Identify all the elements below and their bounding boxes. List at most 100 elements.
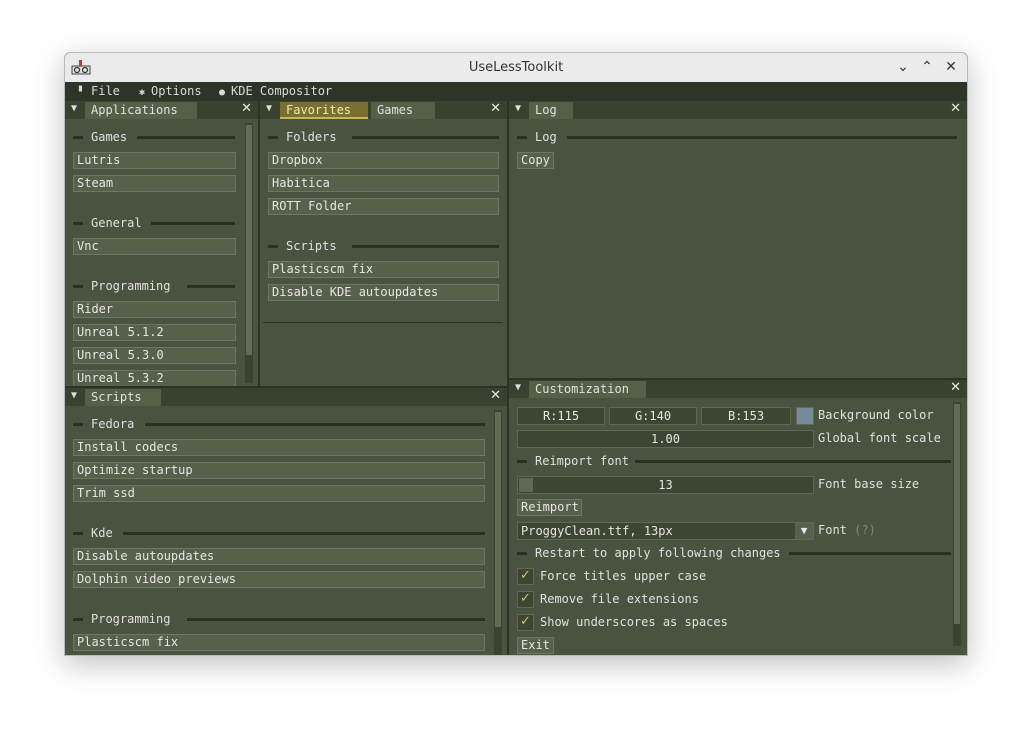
customization-panel: ▼ Customization ✕ R:115 G:140 B:153 Back… — [509, 380, 967, 655]
favorites-panel-header: ▼ Favorites Games ✕ — [260, 101, 507, 119]
tab-scripts[interactable]: Scripts — [85, 389, 161, 406]
fav-rott-folder-button[interactable]: ROTT Folder — [268, 198, 499, 215]
customization-scrollbar[interactable] — [953, 402, 961, 646]
applications-panel-header: ▼ Applications ✕ — [65, 101, 258, 119]
app-steam-button[interactable]: Steam — [73, 175, 236, 192]
script-install-codecs-button[interactable]: Install codecs — [73, 439, 485, 456]
font-base-size-value: 13 — [658, 478, 673, 492]
close-icon[interactable]: ✕ — [490, 388, 501, 403]
dropdown-arrow-icon[interactable]: ▼ — [795, 523, 813, 539]
show-underscores-as-spaces-label: Show underscores as spaces — [540, 615, 728, 629]
script-plasticscm-fix-button[interactable]: Plasticscm fix — [73, 634, 485, 651]
background-color-swatch[interactable] — [796, 407, 814, 425]
copy-button[interactable]: Copy — [517, 152, 554, 169]
tab-log[interactable]: Log — [529, 102, 573, 119]
background-color-label: Background color — [818, 408, 934, 422]
script-dolphin-video-previews-button[interactable]: Dolphin video previews — [73, 571, 485, 588]
collapse-triangle-icon[interactable]: ▼ — [515, 103, 521, 114]
close-icon[interactable]: ✕ — [950, 380, 961, 395]
app-unreal-532-button[interactable]: Unreal 5.3.2 — [73, 370, 236, 386]
app-unreal-512-button[interactable]: Unreal 5.1.2 — [73, 324, 236, 341]
minimize-icon[interactable]: ⌄ — [895, 59, 911, 75]
font-help-icon[interactable]: (?) — [854, 523, 876, 537]
section-folders: Folders — [268, 130, 499, 144]
color-green-field[interactable]: G:140 — [609, 407, 697, 425]
reimport-button[interactable]: Reimport — [517, 499, 582, 516]
menu-options[interactable]: ✱ Options — [137, 84, 202, 98]
collapse-triangle-icon[interactable]: ▼ — [71, 103, 77, 114]
app-window: UseLessToolkit ⌄ ⌃ ✕ ▘ File ✱ Options ● KDE… — [64, 52, 968, 656]
close-icon[interactable]: ✕ — [241, 101, 252, 116]
customization-panel-header: ▼ Customization ✕ — [509, 380, 967, 398]
menu-kde-compositor[interactable]: ● KDE Compositor — [217, 84, 332, 98]
close-window-icon[interactable]: ✕ — [943, 59, 959, 75]
gear-icon: ✱ — [138, 87, 146, 98]
close-icon[interactable]: ✕ — [490, 101, 501, 116]
force-titles-upper-case-checkbox[interactable]: ✓ — [517, 568, 534, 585]
section-kde: Kde — [73, 526, 485, 540]
check-icon: ✓ — [520, 591, 531, 606]
maximize-icon[interactable]: ⌃ — [919, 59, 935, 75]
remove-file-extensions-label: Remove file extensions — [540, 592, 699, 606]
force-titles-upper-case-label: Force titles upper case — [540, 569, 707, 583]
script-optimize-startup-button[interactable]: Optimize startup — [73, 462, 485, 479]
font-base-size-slider[interactable]: 13 — [517, 476, 814, 494]
tab-games[interactable]: Games — [371, 102, 435, 119]
app-vnc-button[interactable]: Vnc — [73, 238, 236, 255]
fav-plasticscm-fix-button[interactable]: Plasticscm fix — [268, 261, 499, 278]
fav-habitica-button[interactable]: Habitica — [268, 175, 499, 192]
fav-dropbox-button[interactable]: Dropbox — [268, 152, 499, 169]
font-base-size-slider-grab[interactable] — [519, 478, 533, 492]
section-log: Log — [517, 130, 957, 144]
section-programming: Programming — [73, 279, 235, 293]
scripts-panel: ▼ Scripts ✕ Fedora Install codecs Optimi… — [65, 388, 507, 655]
menu-file-label: File — [91, 84, 120, 98]
tab-applications[interactable]: Applications — [85, 102, 197, 119]
collapse-triangle-icon[interactable]: ▼ — [266, 103, 272, 114]
tab-customization[interactable]: Customization — [529, 381, 646, 398]
font-label-text: Font — [818, 523, 847, 537]
scripts-panel-header: ▼ Scripts ✕ — [65, 388, 507, 406]
section-scripts-programming: Programming — [73, 612, 485, 626]
collapse-triangle-icon[interactable]: ▼ — [71, 390, 77, 401]
app-rider-button[interactable]: Rider — [73, 301, 236, 318]
check-icon: ✓ — [520, 568, 531, 583]
collapse-triangle-icon[interactable]: ▼ — [515, 382, 521, 393]
menu-file[interactable]: ▘ File — [77, 84, 120, 98]
applications-scrollbar[interactable] — [245, 123, 253, 383]
remove-file-extensions-checkbox[interactable]: ✓ — [517, 591, 534, 608]
font-base-size-label: Font base size — [818, 477, 920, 491]
fav-disable-kde-autoupdates-button[interactable]: Disable KDE autoupdates — [268, 284, 499, 301]
show-underscores-as-spaces-checkbox[interactable]: ✓ — [517, 614, 534, 631]
color-blue-field[interactable]: B:153 — [701, 407, 791, 425]
log-panel-header: ▼ Log ✕ — [509, 101, 967, 119]
close-icon[interactable]: ✕ — [950, 101, 961, 116]
favorites-panel: ▼ Favorites Games ✕ Folders Dropbox Habi… — [260, 101, 507, 386]
color-red-field[interactable]: R:115 — [517, 407, 605, 425]
menu-bar: ▘ File ✱ Options ● KDE Compositor — [65, 82, 967, 101]
section-scripts: Scripts — [268, 239, 499, 253]
title-bar[interactable]: UseLessToolkit ⌄ ⌃ ✕ — [65, 53, 967, 83]
section-restart: Restart to apply following changes — [517, 546, 951, 560]
scripts-scrollbar[interactable] — [494, 410, 502, 655]
app-unreal-530-button[interactable]: Unreal 5.3.0 — [73, 347, 236, 364]
applications-panel: ▼ Applications ✕ Games Lutris Steam Gene… — [65, 101, 258, 386]
toggle-icon: ● — [218, 87, 226, 98]
check-icon: ✓ — [520, 614, 531, 629]
tab-favorites[interactable]: Favorites — [280, 102, 368, 119]
window-title: UseLessToolkit — [468, 60, 564, 75]
exit-button[interactable]: Exit — [517, 637, 554, 654]
section-reimport-font: Reimport font — [517, 454, 951, 468]
script-disable-autoupdates-button[interactable]: Disable autoupdates — [73, 548, 485, 565]
section-games: Games — [73, 130, 235, 144]
log-panel: ▼ Log ✕ Log Copy — [509, 101, 967, 378]
font-select-value: ProggyClean.ttf, 13px — [521, 524, 673, 538]
section-fedora: Fedora — [73, 417, 485, 431]
script-trim-ssd-button[interactable]: Trim ssd — [73, 485, 485, 502]
file-icon: ▘ — [78, 87, 86, 98]
font-select[interactable]: ProggyClean.ttf, 13px ▼ — [517, 522, 814, 540]
section-general: General — [73, 216, 235, 230]
app-lutris-button[interactable]: Lutris — [73, 152, 236, 169]
menu-kde-compositor-label: KDE Compositor — [231, 84, 333, 98]
global-font-scale-field[interactable]: 1.00 — [517, 430, 814, 448]
